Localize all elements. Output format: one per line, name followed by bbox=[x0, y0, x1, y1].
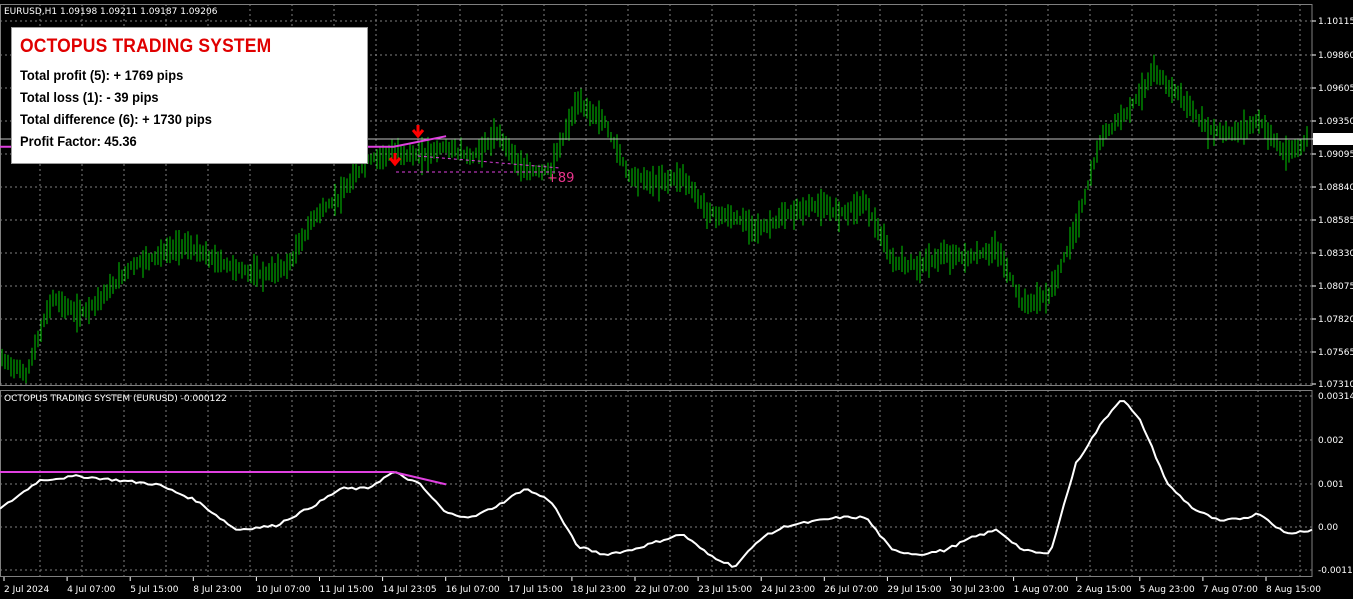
time-axis-label: 18 Jul 23:00 bbox=[572, 585, 626, 595]
time-axis-label: 4 Jul 07:00 bbox=[67, 585, 116, 595]
trade-pips-label: +89 bbox=[547, 171, 575, 186]
total-loss: Total loss (1): - 39 pips bbox=[20, 89, 159, 105]
time-axis-label: 5 Jul 15:00 bbox=[130, 585, 179, 595]
time-axis-label: 8 Aug 15:00 bbox=[1266, 585, 1321, 595]
trade-connector-line bbox=[417, 155, 561, 169]
price-axis-label: 1.07820 bbox=[1318, 315, 1353, 325]
time-axis-label: 5 Aug 23:00 bbox=[1140, 585, 1195, 595]
price-axis-label: 1.09350 bbox=[1318, 117, 1353, 127]
time-axis-label: 2 Jul 2024 bbox=[4, 585, 49, 595]
price-axis-label: 1.08840 bbox=[1318, 183, 1353, 193]
price-axis-label: 1.08330 bbox=[1318, 249, 1353, 259]
price-axis-label: 1.09860 bbox=[1318, 51, 1353, 61]
time-axis-label: 16 Jul 07:00 bbox=[446, 585, 500, 595]
info-panel: OCTOPUS TRADING SYSTEM Total profit (5):… bbox=[11, 27, 368, 164]
indicator-axis-label: -0.0011 bbox=[1318, 566, 1353, 576]
price-axis-label: 1.07565 bbox=[1318, 348, 1353, 358]
time-axis-label: 8 Jul 23:00 bbox=[193, 585, 242, 595]
price-axis-label: 1.09605 bbox=[1318, 84, 1353, 94]
time-axis-label: 2 Aug 15:00 bbox=[1077, 585, 1132, 595]
time-axis-label: 23 Jul 15:00 bbox=[698, 585, 752, 595]
symbol-title: EURUSD,H1 1.09198 1.09211 1.09187 1.0920… bbox=[4, 7, 218, 17]
indicator-axis-label: 0.00 bbox=[1318, 523, 1338, 533]
time-axis-label: 7 Aug 07:00 bbox=[1203, 585, 1258, 595]
total-difference: Total difference (6): + 1730 pips bbox=[20, 111, 212, 127]
indicator-axis-label: 0.002 bbox=[1318, 436, 1344, 446]
price-axis-label: 1.10115 bbox=[1318, 17, 1353, 27]
indicator-title: OCTOPUS TRADING SYSTEM (EURUSD) -0.00012… bbox=[4, 394, 227, 404]
indicator-axis-label: 0.001 bbox=[1318, 480, 1344, 490]
price-axis-label: 1.08585 bbox=[1318, 216, 1353, 226]
time-axis-label: 14 Jul 23:05 bbox=[383, 585, 437, 595]
profit-factor: Profit Factor: 45.36 bbox=[20, 133, 137, 149]
time-axis-label: 1 Aug 07:00 bbox=[1014, 585, 1069, 595]
price-axis-label: 1.07310 bbox=[1318, 380, 1353, 390]
time-axis-label: 29 Jul 15:00 bbox=[887, 585, 941, 595]
time-axis-label: 22 Jul 07:00 bbox=[635, 585, 689, 595]
total-profit: Total profit (5): + 1769 pips bbox=[20, 67, 184, 83]
price-axis-label: 1.08075 bbox=[1318, 282, 1353, 292]
indicator-axis-label: 0.003144 bbox=[1318, 392, 1353, 402]
current-price-box bbox=[1313, 133, 1353, 145]
time-axis-label: 30 Jul 23:00 bbox=[951, 585, 1005, 595]
time-axis-label: 10 Jul 07:00 bbox=[256, 585, 310, 595]
info-panel-title: OCTOPUS TRADING SYSTEM bbox=[20, 36, 272, 57]
time-axis-label: 26 Jul 07:00 bbox=[824, 585, 878, 595]
time-axis-label: 11 Jul 15:00 bbox=[320, 585, 374, 595]
price-axis-label: 1.09095 bbox=[1318, 150, 1353, 160]
time-axis-label: 17 Jul 15:00 bbox=[509, 585, 563, 595]
time-axis-label: 24 Jul 23:00 bbox=[761, 585, 815, 595]
